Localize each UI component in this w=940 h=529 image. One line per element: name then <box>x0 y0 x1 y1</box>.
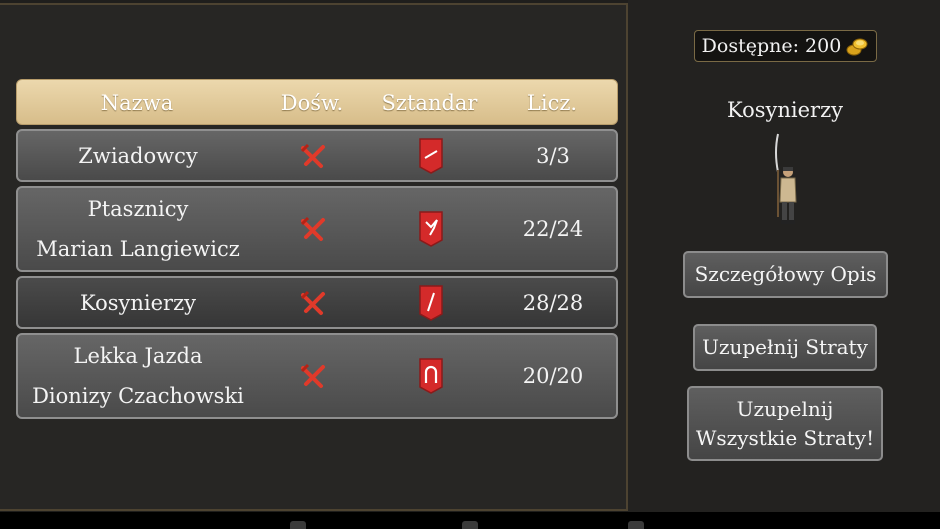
table-row[interactable]: Lekka Jazda Dionizy Czachowski 20/20 <box>16 333 618 419</box>
unit-count: 28/28 <box>522 290 584 315</box>
unit-name-cell: Kosynierzy <box>18 278 258 327</box>
home-icon[interactable] <box>462 521 478 529</box>
selected-unit-name: Kosynierzy <box>726 98 844 122</box>
available-gold-display: Dostępne: 200 <box>694 30 877 62</box>
unit-commander: Dionizy Czachowski <box>32 384 244 408</box>
crossed-swords-icon <box>300 290 325 315</box>
unit-name-cell: Ptasznicy Marian Langiewicz <box>18 188 258 270</box>
table-row[interactable]: Ptasznicy Marian Langiewicz 22/24 <box>16 186 618 272</box>
unit-name: Zwiadowcy <box>78 143 198 168</box>
column-header-banner: Sztandar <box>381 91 478 115</box>
unit-count: 20/20 <box>522 364 584 388</box>
gold-coins-icon <box>846 38 868 56</box>
unit-name: Kosynierzy <box>79 290 197 315</box>
recent-apps-icon[interactable] <box>628 521 644 529</box>
replenish-all-line1: Uzupelnij <box>736 396 834 421</box>
experience-cell <box>273 131 353 180</box>
replenish-all-line2: Wszystkie Straty! <box>695 425 875 450</box>
unit-count: 22/24 <box>522 217 584 241</box>
scythe-soldier-figure <box>775 133 797 224</box>
horseshoe-banner-icon <box>418 358 443 394</box>
column-header-name: Nazwa <box>100 91 174 115</box>
unit-name: Lekka Jazda <box>73 344 203 368</box>
table-row[interactable]: Zwiadowcy 3/3 <box>16 129 618 182</box>
available-gold-label: Dostępne: 200 <box>701 35 842 57</box>
crossed-swords-icon <box>300 216 325 241</box>
crossed-swords-icon <box>300 363 325 388</box>
unit-count: 3/3 <box>536 143 570 168</box>
banner-cell <box>388 188 473 270</box>
column-header-experience: Dośw. <box>280 91 344 115</box>
back-icon[interactable] <box>290 521 306 529</box>
experience-cell <box>273 278 353 327</box>
unit-name-cell: Lekka Jazda Dionizy Czachowski <box>18 335 258 417</box>
scythe-banner-icon <box>418 284 443 321</box>
detailed-description-button[interactable]: Szczegółowy Opis <box>683 251 888 298</box>
detailed-description-label: Szczegółowy Opis <box>694 262 877 286</box>
banner-cell <box>388 335 473 417</box>
unit-name-cell: Zwiadowcy <box>18 131 258 180</box>
banner-cell <box>388 131 473 180</box>
bird-banner-icon <box>418 211 443 247</box>
replenish-all-losses-button[interactable]: Uzupelnij Wszystkie Straty! <box>687 386 883 461</box>
column-header-count: Licz. <box>526 91 578 115</box>
crossed-swords-icon <box>300 143 325 168</box>
replenish-losses-label: Uzupełnij Straty <box>702 335 868 359</box>
experience-cell <box>273 335 353 417</box>
table-row-selected[interactable]: Kosynierzy 28/28 <box>16 276 618 329</box>
table-header: Nazwa Dośw. Sztandar Licz. <box>16 79 618 125</box>
experience-cell <box>273 188 353 270</box>
spear-banner-icon <box>418 137 443 174</box>
unit-commander: Marian Langiewicz <box>36 237 240 261</box>
banner-cell <box>388 278 473 327</box>
replenish-losses-button[interactable]: Uzupełnij Straty <box>693 324 877 371</box>
unit-name: Ptasznicy <box>87 197 189 221</box>
